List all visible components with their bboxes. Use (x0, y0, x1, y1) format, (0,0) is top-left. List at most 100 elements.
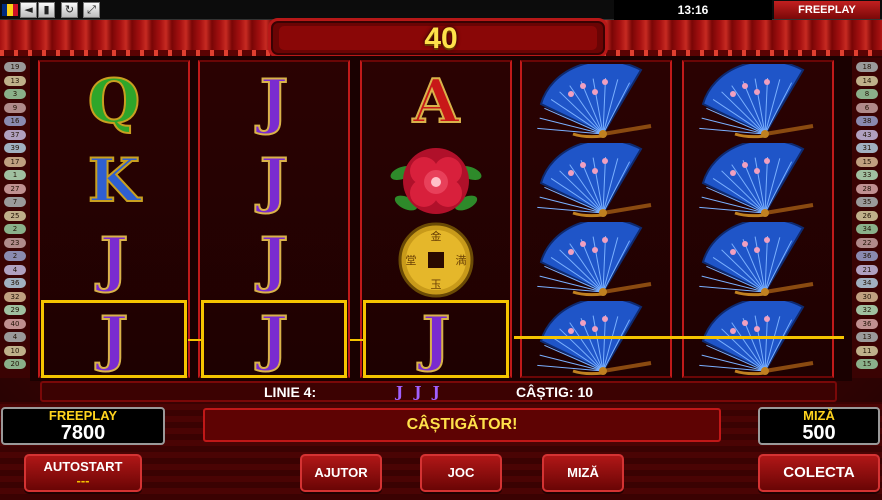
line-indicators-right: 18 14 8 6 38 43 31 15 33 28 35 26 34 22 36 21 34 30 32 36 13… (852, 58, 882, 378)
refresh-icon[interactable]: ↻ (61, 2, 78, 18)
help-label: AJUTOR (314, 465, 368, 480)
line-number-pill: 3 (4, 89, 26, 99)
win-value: 40 (424, 22, 458, 55)
line-number-pill: 6 (856, 102, 878, 113)
line-number-pill: 35 (856, 197, 878, 207)
line-number-pill: 18 (856, 62, 878, 72)
bet-button-label: MIZĂ (567, 465, 599, 480)
balance-value: 7800 (60, 422, 106, 444)
reel-cell (522, 62, 670, 142)
line-number-pill: 34 (856, 224, 878, 234)
line-number-pill: 16 (4, 116, 26, 126)
symbol-k: K (87, 145, 141, 217)
line-number-pill: 36 (856, 318, 878, 329)
line-number-pill: 13 (856, 332, 878, 342)
line-number-pill: 2 (4, 251, 26, 261)
line-number-pill: 25 (4, 210, 26, 221)
reel-cell: J (362, 299, 510, 379)
line-number-pill: 14 (856, 75, 878, 86)
reel-cell: Q (40, 62, 188, 142)
line-number-pill: 27 (4, 183, 26, 194)
reel-cell: J (40, 220, 188, 300)
line-number-pill: 43 (856, 129, 878, 140)
reel-cell: J (200, 62, 348, 142)
bet-value: 500 (802, 422, 836, 444)
payline-segment (350, 339, 364, 341)
blue-fan-icon (537, 301, 652, 376)
sound-icon[interactable]: ◄ (20, 2, 37, 18)
line-number-pill: 22 (856, 237, 878, 248)
line-number-pill: 23 (4, 237, 26, 248)
game-button[interactable]: JOC (420, 454, 502, 492)
line-number-pill: 10 (4, 345, 26, 356)
collect-label: COLECTA (783, 464, 855, 481)
bet-button[interactable]: MIZĂ (542, 454, 624, 492)
bet-box: MIZĂ 500 (758, 407, 880, 445)
line-number-pill: 26 (856, 210, 878, 221)
peony-flower-icon (390, 148, 482, 214)
expand-icon[interactable]: ⤢ (83, 2, 100, 18)
message-box: CÂȘTIGĂTOR! (203, 408, 721, 442)
reel-cell: 金玉 堂 満 (362, 220, 510, 300)
line-number-pill: 29 (4, 305, 26, 315)
line-number-pill: 30 (856, 291, 878, 302)
line-number-pill: 19 (4, 62, 26, 72)
line-number-pill: 40 (4, 318, 26, 329)
reel-cell (522, 141, 670, 221)
reel-cell (684, 141, 832, 221)
symbol-j: J (259, 145, 289, 217)
line-number-pill: 20 (4, 359, 26, 369)
autostart-button[interactable]: AUTOSTART --- (24, 454, 142, 492)
line-number-pill: 32 (4, 291, 26, 302)
line-number-pill: 2 (4, 224, 26, 234)
gold-coin-icon: 金玉 堂 満 (398, 222, 474, 298)
blue-fan-icon (537, 222, 652, 297)
svg-text:満: 満 (456, 254, 467, 267)
line-number-pill: 36 (856, 251, 878, 261)
reel-cell (522, 220, 670, 300)
bet-label: MIZĂ (803, 408, 835, 423)
reel-3: A 金玉 堂 満 J (360, 60, 512, 378)
clock: 13:16 (614, 0, 772, 20)
line-number-pill: 9 (4, 102, 26, 113)
reel-cell: J (200, 220, 348, 300)
reel-cell (684, 62, 832, 142)
symbol-j: J (259, 303, 289, 375)
mute-icon[interactable]: ▮ (38, 2, 55, 18)
line-number-pill: 31 (856, 143, 878, 153)
help-button[interactable]: AJUTOR (300, 454, 382, 492)
line-number-pill: 8 (856, 89, 878, 99)
reel-4 (520, 60, 672, 378)
line-number-pill: 34 (856, 278, 878, 288)
line-number-pill: 33 (856, 170, 878, 180)
reel-1: QKJJ (38, 60, 190, 378)
win-label: CÂȘTIG: 10 (516, 384, 594, 400)
reel-cell: J (40, 299, 188, 379)
reel-cell (522, 299, 670, 379)
symbol-j: J (259, 224, 289, 296)
line-number-pill: 1 (4, 170, 26, 180)
symbol-j: J (99, 303, 129, 375)
svg-text:玉: 玉 (431, 278, 442, 291)
symbol-j: J (259, 66, 289, 138)
game-label: JOC (447, 465, 475, 480)
line-indicators-left: 19 13 3 9 16 37 39 17 1 27 7 25 2 23 2 4 36 32 29 40 4 10 20 (0, 58, 30, 378)
line-number-pill: 15 (856, 156, 878, 167)
game-screen: ◄ ▮ ↻ ⤢ 13:16 FREEPLAY 40 19 13 3 9 16 37 39 17… (0, 0, 882, 500)
autostart-value: --- (76, 473, 90, 488)
blue-fan-icon (537, 143, 652, 218)
symbol-j: J (99, 224, 129, 296)
svg-text:堂: 堂 (406, 254, 417, 267)
collect-button[interactable]: COLECTA (758, 454, 880, 492)
symbol-a: A (412, 66, 461, 138)
status-bar: ◄ ▮ ↻ ⤢ 13:16 FREEPLAY (0, 0, 882, 20)
payline (514, 336, 844, 339)
symbol-q: Q (87, 66, 141, 138)
line-number-pill: 4 (4, 264, 26, 275)
line-number-pill: 15 (856, 359, 878, 369)
blue-fan-icon (699, 143, 814, 218)
line-number-pill: 21 (856, 264, 878, 275)
blue-fan-icon (699, 301, 814, 376)
line-number-pill: 7 (4, 197, 26, 207)
reel-cell (362, 141, 510, 221)
